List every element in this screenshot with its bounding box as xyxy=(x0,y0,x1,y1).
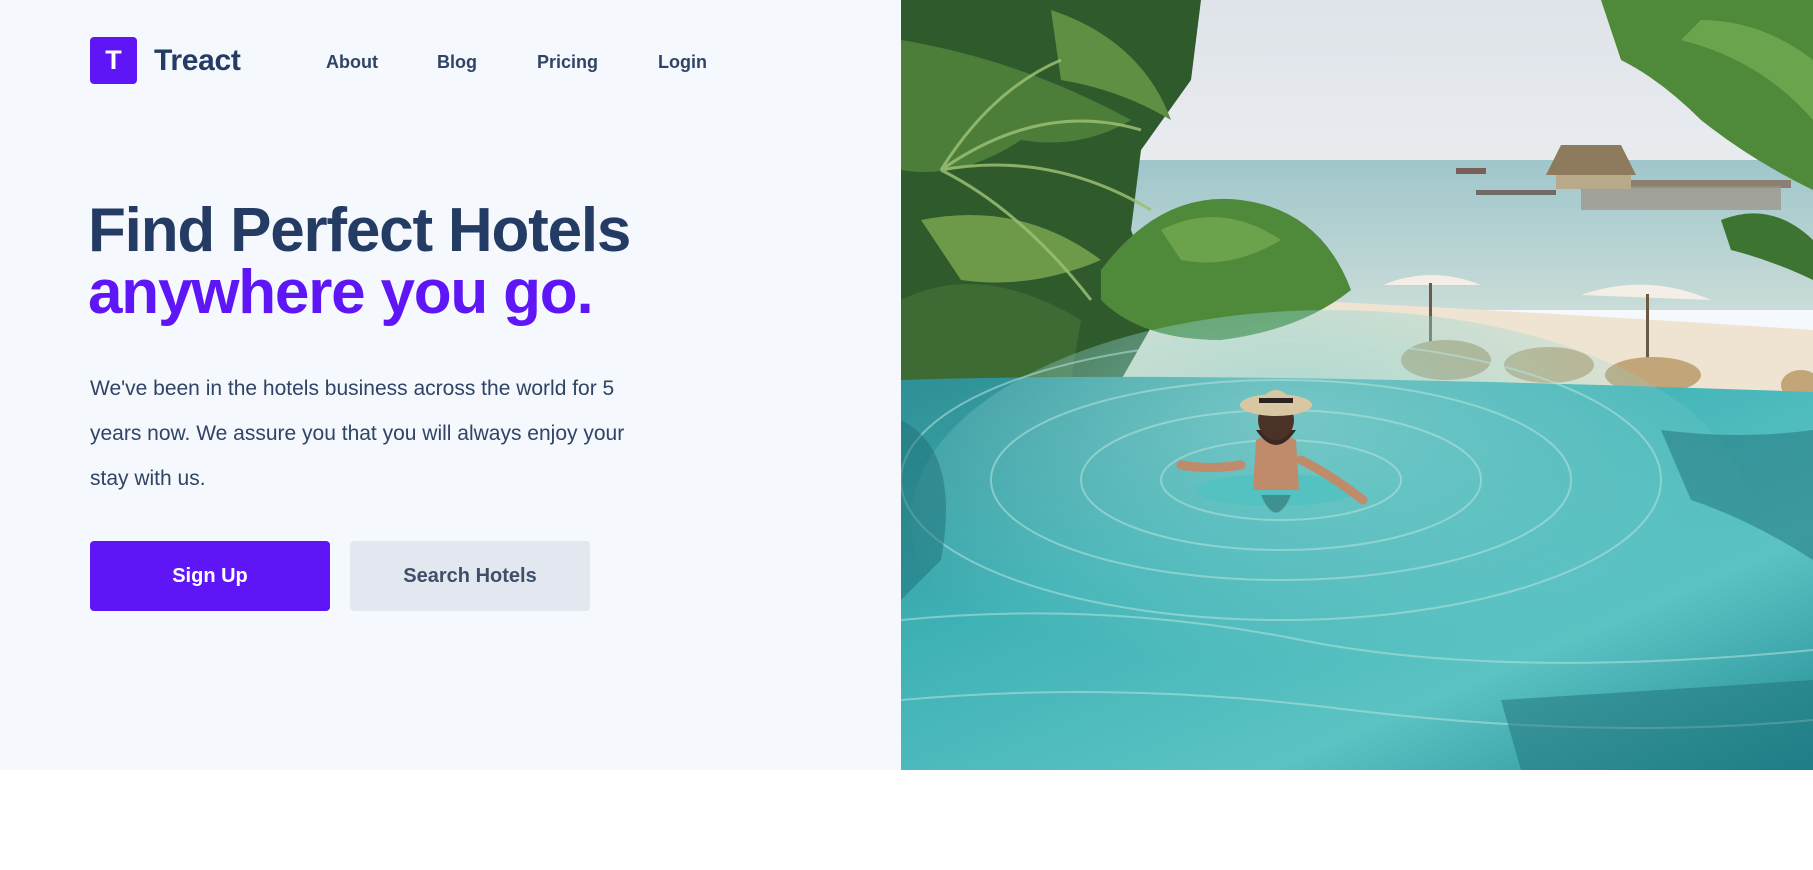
brand-logo-link[interactable]: T Treact xyxy=(90,37,241,84)
logo-icon: T xyxy=(90,37,137,84)
hero-description: We've been in the hotels business across… xyxy=(90,377,625,490)
brand-name: Treact xyxy=(154,43,241,77)
nav-link-pricing[interactable]: Pricing xyxy=(537,50,598,74)
nav-link-login[interactable]: Login xyxy=(658,50,707,74)
hero-image xyxy=(901,0,1813,770)
hero-section: T Treact About Blog Pricing Login Find P… xyxy=(0,0,1813,770)
pool-photo-illustration xyxy=(901,0,1813,770)
hero-content: T Treact About Blog Pricing Login Find P… xyxy=(0,0,900,770)
hero-headline: Find Perfect Hotels anywhere you go. xyxy=(88,196,631,327)
headline-line-2: anywhere you go. xyxy=(88,258,594,327)
headline-line-1: Find Perfect Hotels xyxy=(88,196,631,265)
main-nav: About Blog Pricing Login xyxy=(326,50,767,74)
sign-up-button[interactable]: Sign Up xyxy=(90,541,330,611)
nav-link-blog[interactable]: Blog xyxy=(437,50,477,74)
nav-link-about[interactable]: About xyxy=(326,50,378,74)
search-hotels-button[interactable]: Search Hotels xyxy=(350,541,590,611)
